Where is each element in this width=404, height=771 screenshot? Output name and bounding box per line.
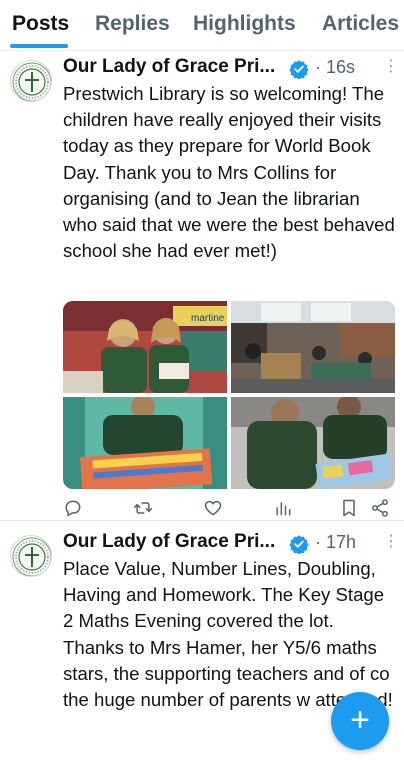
tab-highlights[interactable]: Highlights [193,12,296,36]
views-icon[interactable] [273,498,293,518]
more-options-icon[interactable]: ⋮ [383,531,399,551]
plus-icon: + [350,701,370,739]
post-header: Our Lady of Grace Pri... · 17h ⋮ [63,531,399,557]
post-time[interactable]: 16s [326,57,355,77]
photo-library-room[interactable] [231,301,395,393]
media-label: martine [191,313,225,324]
author-name[interactable]: Our Lady of Grace Pri... [63,56,275,78]
library-photo-icon [231,301,395,393]
share-icon[interactable] [370,498,390,518]
avatar[interactable] [10,60,52,102]
like-icon[interactable] [203,498,223,518]
dot-separator: · [315,532,326,552]
photo-children-on-floor[interactable] [231,397,395,489]
post-actions [63,498,395,520]
avatar[interactable] [10,535,52,577]
post-header: Our Lady of Grace Pri... · 16s ⋮ [63,56,399,82]
verified-badge-icon [289,535,309,554]
school-logo-icon [12,537,51,576]
compose-button[interactable]: + [331,692,389,750]
tab-articles[interactable]: Articles [322,12,399,36]
school-logo-icon [12,62,51,101]
post-item[interactable]: Our Lady of Grace Pri... · 16s ⋮ Prestwi… [0,50,404,520]
verified-badge-icon [289,60,309,79]
media-grid[interactable]: martine [63,301,395,489]
repost-icon[interactable] [133,498,153,518]
profile-tabs: Posts Replies Highlights Articles [0,0,404,51]
library-photo-icon [231,397,395,489]
post-text: Place Value, Number Lines, Doubling, Hav… [63,558,393,711]
post-time[interactable]: 17h [326,532,356,552]
photo-child-reading-book[interactable] [63,397,227,489]
active-tab-indicator [10,44,68,48]
reply-icon[interactable] [63,498,83,518]
library-photo-icon: martine [63,301,227,393]
library-photo-icon [63,397,227,489]
dot-separator: · [315,57,326,77]
bookmark-icon[interactable] [339,498,359,518]
post-text: Prestwich Library is so welcoming! The c… [63,83,395,262]
tab-replies[interactable]: Replies [95,12,170,36]
tab-posts[interactable]: Posts [12,12,69,36]
photo-children-reading[interactable]: martine [63,301,227,393]
author-name[interactable]: Our Lady of Grace Pri... [63,531,275,553]
more-options-icon[interactable]: ⋮ [383,56,399,76]
